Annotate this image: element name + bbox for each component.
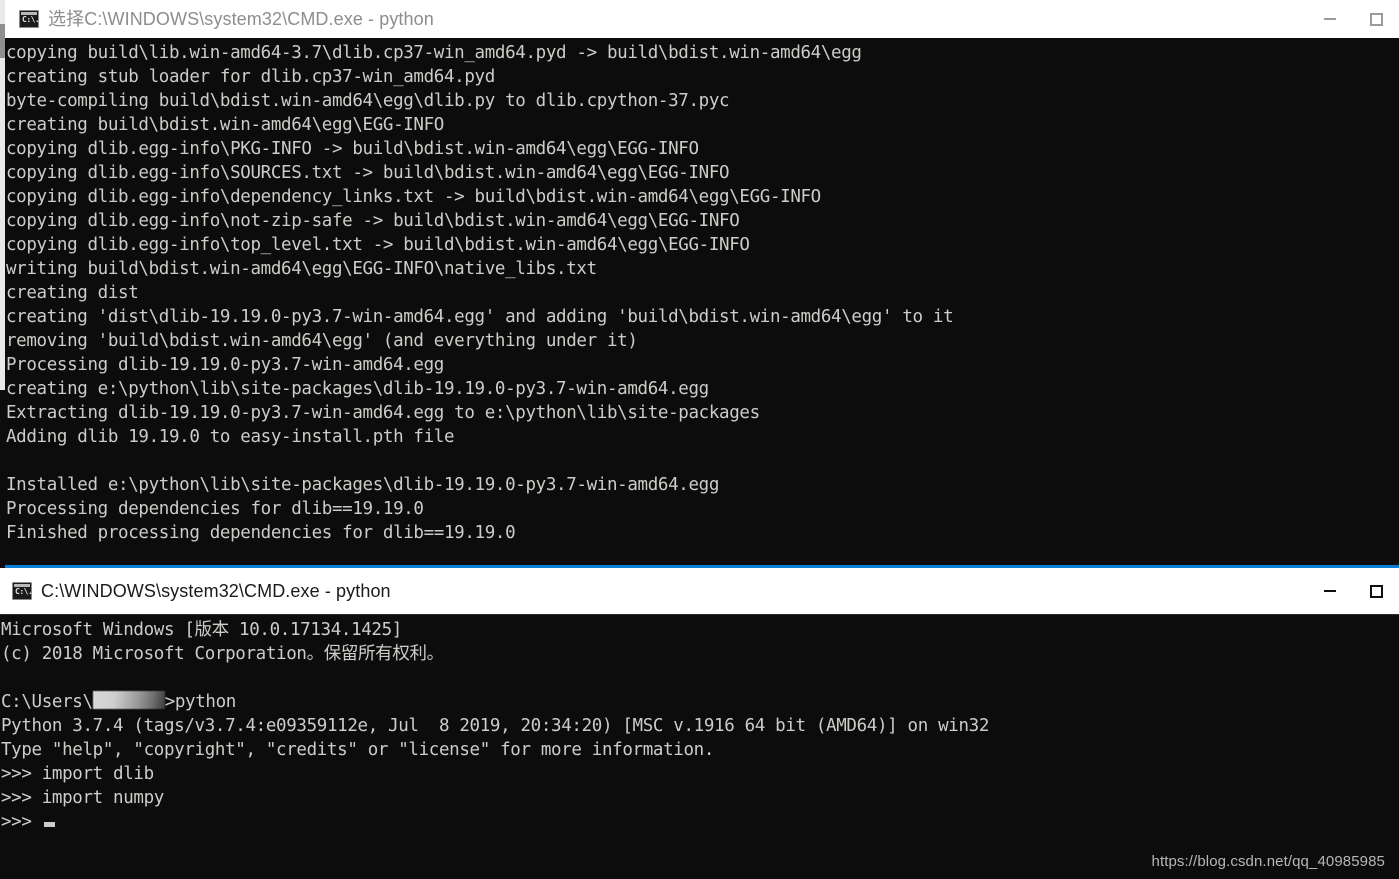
console-icon: C:\. [19,10,39,28]
console-line: copying dlib.egg-info\PKG-INFO -> build\… [6,137,1399,161]
console-line: Type "help", "copyright", "credits" or "… [1,738,1399,762]
console-window-top[interactable]: C:\. 选择C:\WINDOWS\system32\CMD.exe - pyt… [5,0,1399,568]
console-line: Microsoft Windows [版本 10.0.17134.1425] [1,618,1399,642]
console-line: >>> import numpy [1,786,1399,810]
window-controls-top[interactable] [1307,0,1399,38]
minimize-button[interactable] [1307,0,1353,38]
screen: C:\. 选择C:\WINDOWS\system32\CMD.exe - pyt… [0,0,1399,879]
prompt-command: >python [165,692,236,712]
maximize-button[interactable] [1353,0,1399,38]
console-output-bottom[interactable]: Microsoft Windows [版本 10.0.17134.1425](c… [0,614,1399,879]
prompt-path-prefix: C:\Users\ [1,692,93,712]
maximize-icon [1370,13,1383,26]
console-icon-label: C:\. [15,588,32,596]
console-line [6,449,1399,473]
minimize-icon [1324,590,1336,592]
shell-prompt-line: C:\Users\ >python [1,690,1399,714]
console-line: copying build\lib.win-amd64-3.7\dlib.cp3… [6,41,1399,65]
console-line: Python 3.7.4 (tags/v3.7.4:e09359112e, Ju… [1,714,1399,738]
console-line: copying dlib.egg-info\dependency_links.t… [6,185,1399,209]
maximize-button[interactable] [1353,568,1399,614]
console-line: Adding dlib 19.19.0 to easy-install.pth … [6,425,1399,449]
console-line: byte-compiling build\bdist.win-amd64\egg… [6,89,1399,113]
console-line: Processing dlib-19.19.0-py3.7-win-amd64.… [6,353,1399,377]
console-line: Processing dependencies for dlib==19.19.… [6,497,1399,521]
console-line: removing 'build\bdist.win-amd64\egg' (an… [6,329,1399,353]
console-icon: C:\. [12,582,32,600]
console-output-top[interactable]: copying build\lib.win-amd64-3.7\dlib.cp3… [5,38,1399,565]
console-line: creating 'dist\dlib-19.19.0-py3.7-win-am… [6,305,1399,329]
console-line: copying dlib.egg-info\top_level.txt -> b… [6,233,1399,257]
minimize-icon [1324,18,1336,20]
console-line: (c) 2018 Microsoft Corporation。保留所有权利。 [1,642,1399,666]
maximize-icon [1370,585,1383,598]
console-icon-label: C:\. [22,16,39,24]
python-prompt-active[interactable]: >>> [1,810,1399,834]
console-line: Extracting dlib-19.19.0-py3.7-win-amd64.… [6,401,1399,425]
window-title: 选择C:\WINDOWS\system32\CMD.exe - python [48,9,434,29]
watermark: https://blog.csdn.net/qq_40985985 [1152,853,1386,870]
console-line: creating stub loader for dlib.cp37-win_a… [6,65,1399,89]
console-line: creating e:\python\lib\site-packages\dli… [6,377,1399,401]
redacted-username [93,691,165,709]
console-line: copying dlib.egg-info\not-zip-safe -> bu… [6,209,1399,233]
console-window-bottom[interactable]: C:\. C:\WINDOWS\system32\CMD.exe - pytho… [0,568,1399,879]
console-line [1,666,1399,690]
minimize-button[interactable] [1307,568,1353,614]
python-prompt-symbol: >>> [1,812,42,832]
text-cursor [44,822,55,827]
titlebar-top[interactable]: C:\. 选择C:\WINDOWS\system32\CMD.exe - pyt… [5,0,1399,38]
console-line: copying dlib.egg-info\SOURCES.txt -> bui… [6,161,1399,185]
window-controls-bottom[interactable] [1307,568,1399,614]
titlebar-bottom[interactable]: C:\. C:\WINDOWS\system32\CMD.exe - pytho… [0,568,1399,614]
console-line: Installed e:\python\lib\site-packages\dl… [6,473,1399,497]
console-line: >>> import dlib [1,762,1399,786]
console-line: Finished processing dependencies for dli… [6,521,1399,545]
window-title: C:\WINDOWS\system32\CMD.exe - python [41,581,391,601]
console-line: creating dist [6,281,1399,305]
console-line: writing build\bdist.win-amd64\egg\EGG-IN… [6,257,1399,281]
console-line: creating build\bdist.win-amd64\egg\EGG-I… [6,113,1399,137]
